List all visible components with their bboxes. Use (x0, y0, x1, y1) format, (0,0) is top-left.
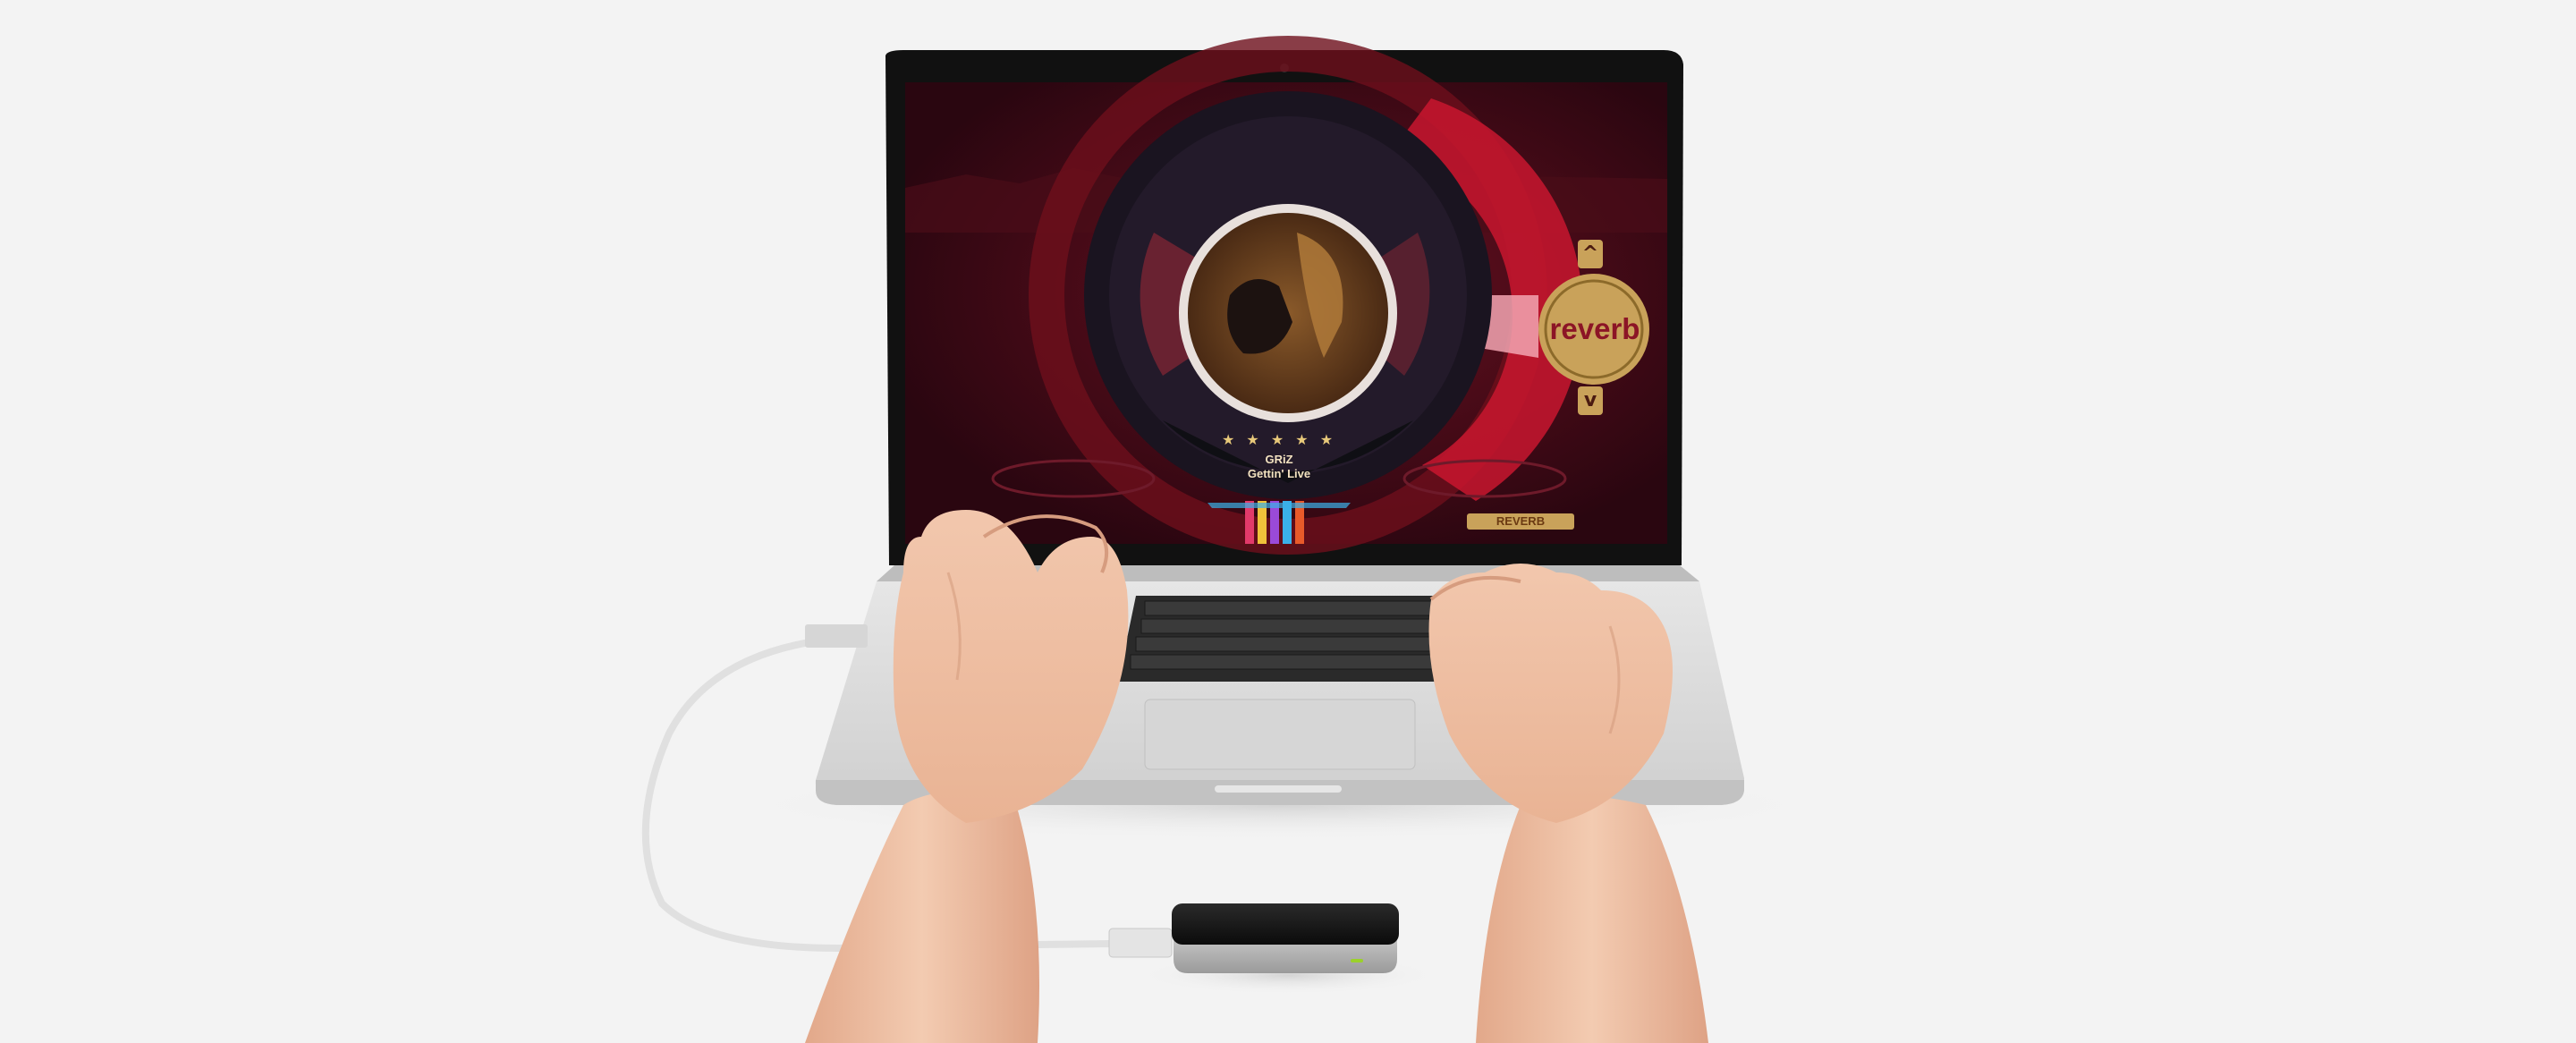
down-arrow-label[interactable]: v (1578, 386, 1603, 415)
reverb-label[interactable]: reverb (1537, 310, 1653, 349)
scene: reverb ^ v ★ ★ ★ ★ ★ GRiZ Gettin' Live R… (0, 0, 2576, 1043)
track-artist: GRiZ (1265, 453, 1293, 466)
laptop-notch (1215, 785, 1342, 793)
leap-device-top (1172, 903, 1399, 945)
device-plug (1108, 928, 1173, 958)
track-title: Gettin' Live (1247, 467, 1311, 480)
arc-highlight (1485, 295, 1538, 358)
up-arrow-label[interactable]: ^ (1578, 240, 1603, 268)
usb-plug (805, 624, 868, 648)
trackpad[interactable] (1144, 699, 1416, 770)
track-rating: ★ ★ ★ ★ ★ (1221, 431, 1337, 448)
led-indicator (1351, 959, 1363, 962)
scene-graphic (641, 36, 1834, 1043)
right-arm (1476, 796, 1708, 1043)
reverb-badge-label: REVERB (1496, 514, 1546, 528)
crossfader-bar (1208, 503, 1351, 508)
